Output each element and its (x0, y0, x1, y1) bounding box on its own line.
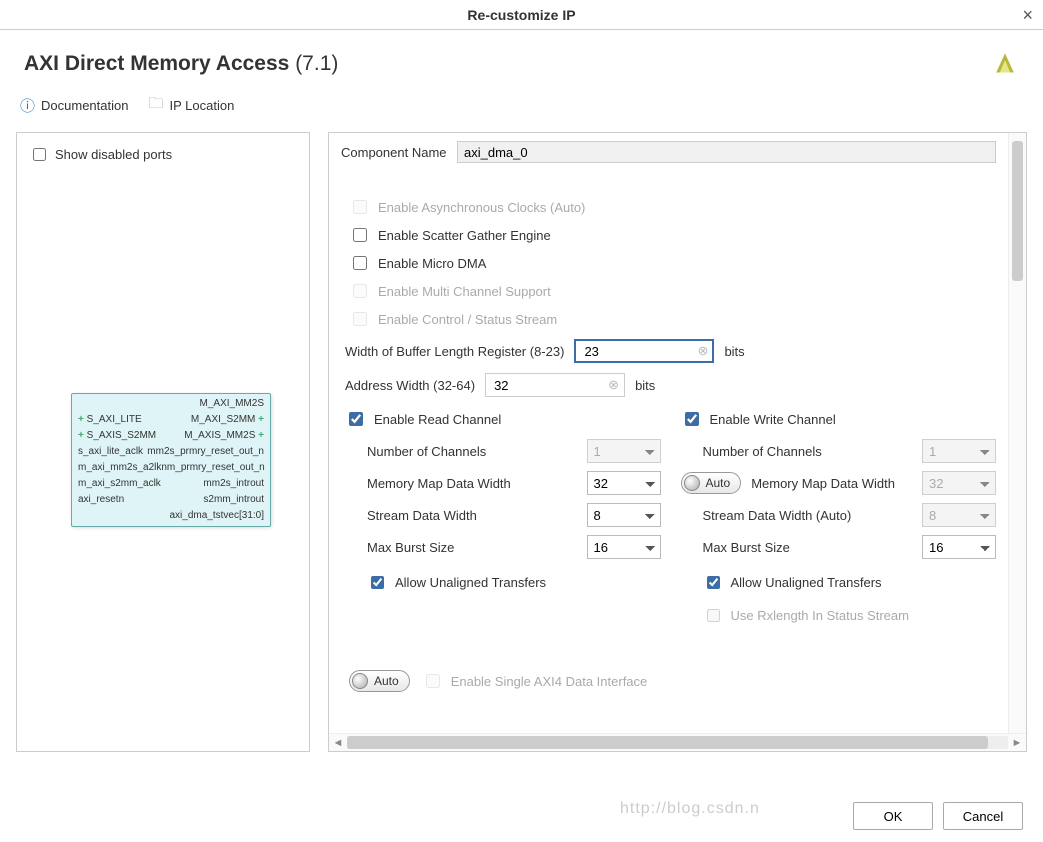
read-numch-select: 1 (587, 439, 661, 463)
show-disabled-ports-checkbox[interactable] (33, 148, 46, 161)
ctrl-status-checkbox (353, 312, 367, 326)
multi-channel-checkbox (353, 284, 367, 298)
addr-width-unit: bits (635, 378, 655, 393)
enable-read-checkbox[interactable] (349, 412, 363, 426)
enable-write-checkbox[interactable] (685, 412, 699, 426)
documentation-label: Documentation (41, 98, 128, 113)
write-channel-column: Enable Write Channel Number of Channels … (681, 409, 997, 625)
titlebar: Re-customize IP × (0, 0, 1043, 30)
folder-icon: 🗀 (148, 93, 163, 118)
read-mmwidth-select[interactable]: 32 (587, 471, 661, 495)
write-burst-label: Max Burst Size (703, 540, 915, 555)
write-streamwidth-select: 8 (922, 503, 996, 527)
write-mmwidth-auto-toggle[interactable]: Auto (681, 472, 742, 494)
documentation-link[interactable]: ⓘ Documentation (20, 95, 128, 116)
read-unaligned-checkbox[interactable] (371, 576, 384, 589)
ip-location-link[interactable]: 🗀 IP Location (148, 93, 234, 118)
async-clocks-checkbox (353, 200, 367, 214)
clear-icon[interactable]: ⊗ (608, 377, 619, 393)
read-streamwidth-select[interactable]: 8 (587, 503, 661, 527)
enable-read-label: Enable Read Channel (374, 412, 501, 427)
write-auto-label: Auto (706, 476, 731, 490)
write-mmwidth-select: 32 (922, 471, 996, 495)
read-burst-select[interactable]: 16 (587, 535, 661, 559)
header: AXI Direct Memory Access (7.1) (0, 30, 1043, 89)
cancel-button[interactable]: Cancel (943, 802, 1023, 830)
close-icon[interactable]: × (1022, 0, 1033, 30)
micro-dma-label: Enable Micro DMA (378, 256, 486, 271)
dialog-footer: OK Cancel (853, 802, 1023, 830)
ip-location-label: IP Location (169, 98, 234, 113)
toolbar: ⓘ Documentation 🗀 IP Location (0, 89, 1043, 132)
sg-engine-label: Enable Scatter Gather Engine (378, 228, 551, 243)
read-numch-label: Number of Channels (367, 444, 579, 459)
read-burst-label: Max Burst Size (367, 540, 579, 555)
component-name-label: Component Name (341, 145, 457, 160)
micro-dma-checkbox[interactable] (353, 256, 367, 270)
scrollbar-thumb[interactable] (1012, 141, 1023, 281)
buffer-len-label: Width of Buffer Length Register (8-23) (345, 344, 564, 359)
async-clocks-label: Enable Asynchronous Clocks (Auto) (378, 200, 585, 215)
read-mmwidth-label: Memory Map Data Width (367, 476, 579, 491)
write-unaligned-checkbox[interactable] (707, 576, 720, 589)
read-channel-column: Enable Read Channel Number of Channels 1… (345, 409, 661, 625)
scrollbar-thumb[interactable] (347, 736, 988, 749)
write-mmwidth-label: Memory Map Data Width (751, 476, 912, 491)
single-axi4-checkbox (426, 674, 440, 688)
sg-engine-checkbox[interactable] (353, 228, 367, 242)
component-name-input[interactable] (457, 141, 996, 163)
buffer-len-input[interactable] (574, 339, 714, 363)
window-title: Re-customize IP (467, 7, 575, 23)
write-unaligned-label: Allow Unaligned Transfers (731, 575, 882, 590)
toggle-knob-icon (352, 673, 368, 689)
product-version: (7.1) (295, 52, 338, 75)
ctrl-status-label: Enable Control / Status Stream (378, 312, 557, 327)
scroll-left-icon[interactable]: ◄ (329, 734, 347, 752)
clear-icon[interactable]: ⊗ (698, 343, 709, 359)
single-axi4-label: Enable Single AXI4 Data Interface (451, 674, 648, 689)
xilinx-logo-icon (991, 48, 1019, 79)
read-streamwidth-label: Stream Data Width (367, 508, 579, 523)
single-axi4-auto-toggle[interactable]: Auto (349, 670, 410, 692)
config-panel: Component Name Enable Asynchronous Clock… (328, 132, 1027, 752)
write-numch-label: Number of Channels (703, 444, 915, 459)
watermark: http://blog.csdn.n (620, 800, 760, 818)
block-diagram: M_AXI_MM2S + S_AXI_LITEM_AXI_S2MM + + S_… (71, 393, 271, 527)
bottom-auto-label: Auto (374, 674, 399, 688)
product-name: AXI Direct Memory Access (24, 52, 289, 75)
vertical-scrollbar[interactable] (1008, 133, 1026, 733)
ok-button[interactable]: OK (853, 802, 933, 830)
rxlength-checkbox (707, 609, 720, 622)
horizontal-scrollbar[interactable]: ◄ ► (329, 733, 1026, 751)
enable-write-label: Enable Write Channel (710, 412, 836, 427)
rxlength-label: Use Rxlength In Status Stream (731, 608, 909, 623)
write-numch-select: 1 (922, 439, 996, 463)
read-unaligned-label: Allow Unaligned Transfers (395, 575, 546, 590)
multi-channel-label: Enable Multi Channel Support (378, 284, 551, 299)
product-title: AXI Direct Memory Access (7.1) (24, 52, 338, 76)
addr-width-label: Address Width (32-64) (345, 378, 475, 393)
show-disabled-ports-label: Show disabled ports (55, 147, 172, 162)
write-burst-select[interactable]: 16 (922, 535, 996, 559)
addr-width-input[interactable] (485, 373, 625, 397)
write-streamwidth-label: Stream Data Width (Auto) (703, 508, 915, 523)
scroll-right-icon[interactable]: ► (1008, 734, 1026, 752)
info-icon: ⓘ (20, 95, 35, 116)
buffer-len-unit: bits (724, 344, 744, 359)
preview-panel: Show disabled ports M_AXI_MM2S + S_AXI_L… (16, 132, 310, 752)
toggle-knob-icon (684, 475, 700, 491)
